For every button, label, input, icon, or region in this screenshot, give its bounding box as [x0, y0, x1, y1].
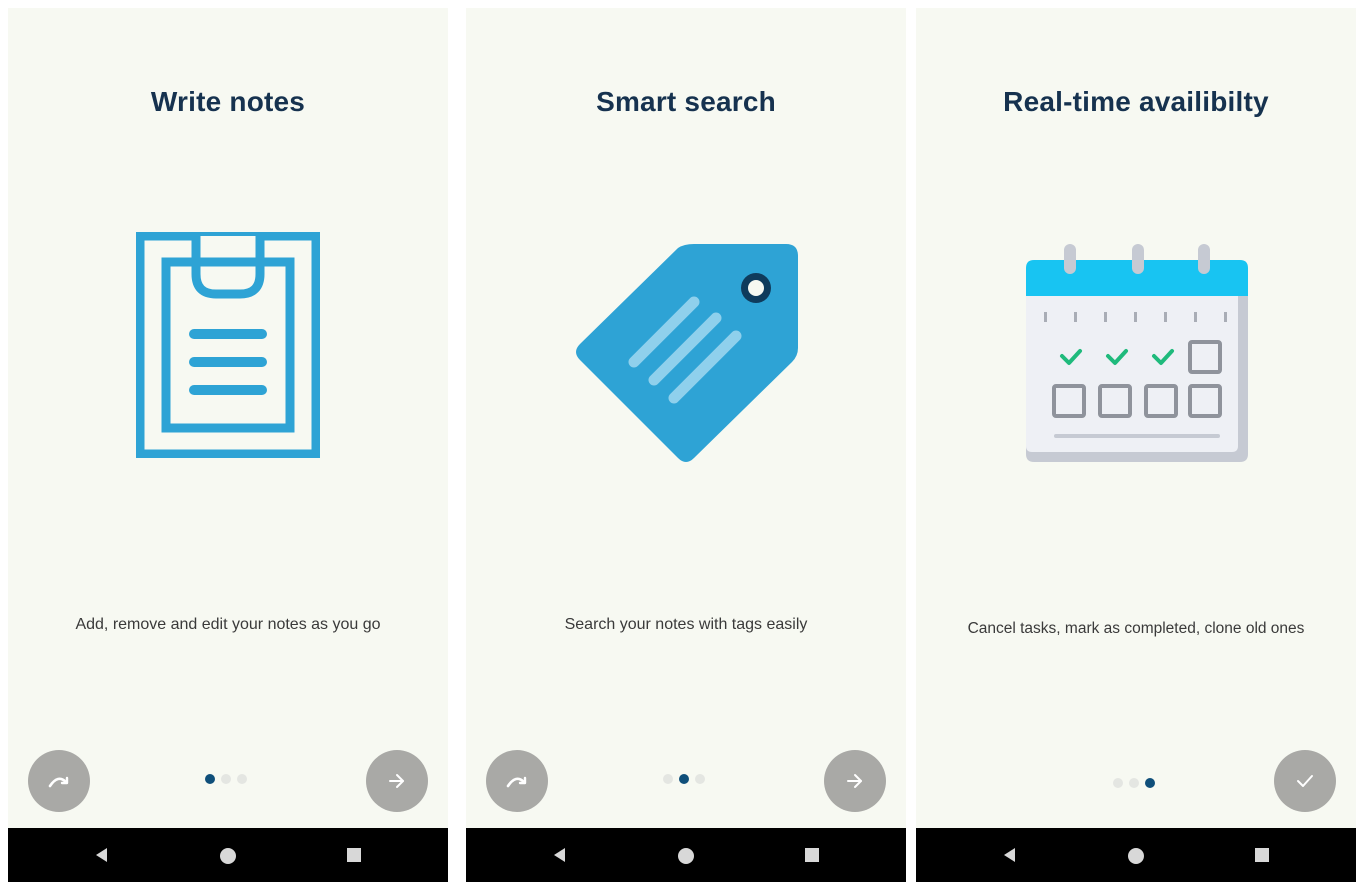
onboarding-screen-real-time-availability: Real-time availibilty Cancel tasks, mark…	[916, 8, 1356, 882]
home-circle-icon[interactable]	[677, 847, 695, 870]
page-dot-2	[221, 774, 231, 784]
home-circle-icon[interactable]	[1127, 847, 1145, 870]
recent-square-icon[interactable]	[804, 847, 820, 868]
back-triangle-icon[interactable]	[1002, 847, 1018, 868]
screen-title: Write notes	[150, 86, 306, 117]
onboarding-screen-write-notes: Write notes Add, remove and edit your no…	[8, 8, 448, 882]
clipboard-icon	[135, 231, 321, 459]
page-indicator	[1113, 777, 1155, 789]
skip-button[interactable]	[28, 750, 90, 812]
system-nav-bar	[916, 828, 1356, 882]
system-nav-bar	[466, 828, 906, 882]
screen-title: Real-time availibilty	[1003, 86, 1269, 117]
tag-icon	[572, 230, 802, 466]
back-triangle-icon[interactable]	[552, 847, 568, 868]
checkmark-icon	[1296, 774, 1314, 788]
skip-icon	[48, 774, 70, 788]
next-button[interactable]	[366, 750, 428, 812]
arrow-right-icon	[387, 772, 407, 790]
back-triangle-icon[interactable]	[94, 847, 110, 868]
arrow-right-icon	[845, 772, 865, 790]
page-dot-1	[205, 774, 215, 784]
skip-button[interactable]	[486, 750, 548, 812]
recent-square-icon[interactable]	[1254, 847, 1270, 868]
page-dot-2	[1129, 778, 1139, 788]
screen-description: Cancel tasks, mark as completed, clone o…	[967, 620, 1305, 637]
screen-description: Add, remove and edit your notes as you g…	[75, 616, 381, 633]
home-circle-icon[interactable]	[219, 847, 237, 870]
page-dot-1	[1113, 778, 1123, 788]
recent-square-icon[interactable]	[346, 847, 362, 868]
done-button[interactable]	[1274, 750, 1336, 812]
page-indicator	[205, 773, 247, 785]
page-dot-3	[1145, 778, 1155, 788]
page-dot-1	[663, 774, 673, 784]
page-indicator	[663, 773, 705, 785]
calendar-icon	[1022, 234, 1258, 470]
onboarding-screen-smart-search: Smart search Search your notes with tags…	[466, 8, 906, 882]
next-button[interactable]	[824, 750, 886, 812]
page-dot-3	[695, 774, 705, 784]
page-dot-3	[237, 774, 247, 784]
screen-description: Search your notes with tags easily	[564, 616, 808, 633]
system-nav-bar	[8, 828, 448, 882]
page-dot-2	[679, 774, 689, 784]
screen-title: Smart search	[596, 86, 776, 117]
skip-icon	[506, 774, 528, 788]
